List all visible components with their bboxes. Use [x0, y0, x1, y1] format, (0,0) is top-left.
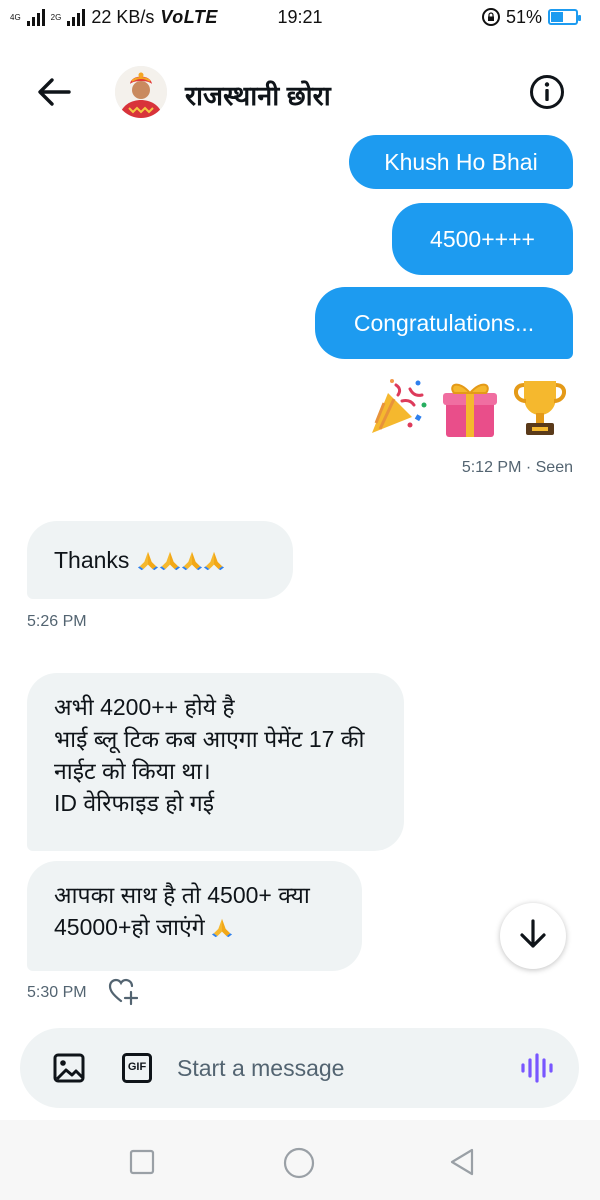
signal-icon-2: [67, 8, 86, 26]
message-time: 5:26 PM: [27, 613, 87, 630]
sent-message[interactable]: 4500++++: [392, 203, 573, 275]
folded-hands-emoji: [137, 544, 159, 576]
volte-label: VoLTE: [160, 6, 218, 27]
received-message[interactable]: आपका साथ है तो 4500+ क्या 45000+हो जाएंग…: [27, 861, 362, 971]
battery-icon: [548, 9, 581, 25]
message-list[interactable]: Khush Ho Bhai 4500++++ Congratulations..…: [0, 135, 600, 1015]
signal-icon: [26, 8, 45, 26]
sent-message[interactable]: Khush Ho Bhai: [349, 135, 573, 189]
status-bar: 4G 2G 22 KB/s VoLTE 19:21 51%: [0, 0, 600, 34]
message-status: 5:12 PM · Seen: [461, 459, 573, 476]
sent-message[interactable]: Congratulations...: [315, 287, 573, 359]
network-badge-4g: 4G: [10, 12, 21, 22]
message-text: Khush Ho Bhai: [384, 149, 538, 175]
received-message[interactable]: Thanks: [27, 521, 293, 599]
gif-label: GIF: [127, 1061, 147, 1073]
battery-fill: [551, 12, 564, 22]
battery-percent: 51%: [505, 6, 542, 27]
network-badge: 4G: [10, 13, 21, 22]
status-left: 4G 2G 22 KB/s VoLTE: [10, 7, 218, 28]
arrow-left-icon[interactable]: [36, 74, 72, 110]
info-icon[interactable]: [528, 73, 566, 111]
folded-hands-emoji: [211, 914, 233, 940]
message-text: Congratulations...: [353, 310, 535, 336]
recent-apps-icon[interactable]: [126, 1146, 158, 1178]
message-line: आपका साथ है तो 4500+ क्या: [54, 882, 310, 908]
gift-icon: [440, 375, 500, 444]
back-nav-icon[interactable]: [446, 1146, 478, 1178]
network-badge-2: 2G: [51, 13, 62, 22]
message-input[interactable]: [177, 1050, 497, 1086]
message-text: 45000+हो जाएंगे: [54, 914, 205, 940]
gif-button[interactable]: GIF: [122, 1053, 152, 1083]
message-line: नाईट को किया था।: [54, 758, 211, 784]
folded-hands-emoji: [159, 544, 181, 576]
arrow-down-icon: [518, 918, 548, 955]
network-speed: 22 KB/s: [91, 6, 155, 27]
sent-emoji-message[interactable]: [366, 375, 570, 444]
home-icon[interactable]: [282, 1146, 315, 1179]
add-reaction-icon[interactable]: [108, 978, 139, 1006]
message-line: भाई ब्लू टिक कब आएगा पेमेंट 17 की: [54, 726, 365, 752]
message-line-2: 45000+हो जाएंगे: [54, 911, 335, 943]
page-title: राजस्थानी छोरा: [185, 81, 331, 111]
message-line: अभी 4200++ होये है: [54, 694, 235, 720]
system-nav-bar: [0, 1120, 600, 1200]
trophy-icon: [510, 375, 570, 444]
party-popper-icon: [366, 375, 430, 444]
status-right: 51%: [481, 6, 581, 28]
message-composer: GIF: [20, 1028, 579, 1108]
folded-hands-emoji-row: [137, 544, 225, 576]
folded-hands-emoji: [181, 544, 203, 576]
message-line: ID वेरिफाइड हो गई: [54, 790, 215, 816]
message-text: 4500++++: [430, 226, 535, 252]
message-text: Thanks: [54, 547, 130, 573]
conversation-header: राजस्थानी छोरा: [0, 52, 600, 132]
image-icon[interactable]: [53, 1053, 85, 1083]
voice-message-icon[interactable]: [520, 1052, 554, 1084]
received-message[interactable]: अभी 4200++ होये है भाई ब्लू टिक कब आएगा …: [27, 673, 404, 851]
scroll-to-bottom-button[interactable]: [500, 903, 566, 969]
message-time: 5:30 PM: [27, 984, 87, 1001]
rotation-lock-icon: [481, 8, 500, 26]
avatar[interactable]: [115, 66, 167, 118]
folded-hands-emoji: [203, 544, 225, 576]
network-badge-2g: 2G: [50, 12, 62, 22]
